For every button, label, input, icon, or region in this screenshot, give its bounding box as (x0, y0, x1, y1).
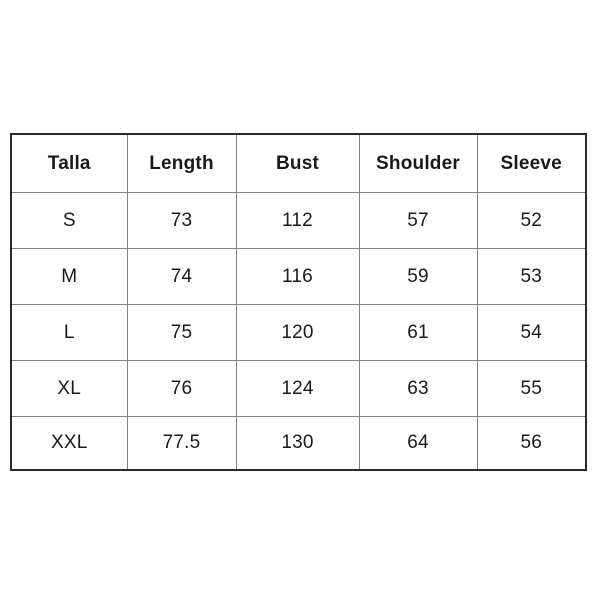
cell-bust: 124 (235, 360, 360, 417)
cell-shoulder: 59 (358, 248, 478, 305)
table-row: L 75 120 61 54 (10, 304, 587, 361)
cell-shoulder: 61 (358, 304, 478, 361)
table-row: XXL 77.5 130 64 56 (10, 416, 587, 471)
cell-shoulder: 63 (358, 360, 478, 417)
cell-shoulder: 64 (358, 416, 478, 471)
cell-sleeve: 52 (476, 192, 587, 249)
cell-sleeve: 54 (476, 304, 587, 361)
cell-bust: 112 (235, 192, 360, 249)
table-body: S 73 112 57 52 M 74 116 59 53 L 75 120 6… (10, 192, 587, 471)
column-header-sleeve: Sleeve (476, 133, 587, 193)
cell-sleeve: 55 (476, 360, 587, 417)
column-header-shoulder: Shoulder (358, 133, 478, 193)
cell-talla: XXL (10, 416, 128, 471)
cell-sleeve: 53 (476, 248, 587, 305)
table-row: M 74 116 59 53 (10, 248, 587, 305)
cell-talla: M (10, 248, 128, 305)
cell-length: 73 (126, 192, 237, 249)
cell-talla: S (10, 192, 128, 249)
column-header-bust: Bust (235, 133, 360, 193)
size-chart-container: Talla Length Bust Shoulder Sleeve S 73 1… (10, 133, 587, 471)
cell-talla: XL (10, 360, 128, 417)
table-header-row: Talla Length Bust Shoulder Sleeve (10, 133, 587, 193)
cell-length: 76 (126, 360, 237, 417)
cell-length: 74 (126, 248, 237, 305)
cell-shoulder: 57 (358, 192, 478, 249)
table-header: Talla Length Bust Shoulder Sleeve (10, 133, 587, 193)
cell-bust: 130 (235, 416, 360, 471)
cell-bust: 120 (235, 304, 360, 361)
table-row: S 73 112 57 52 (10, 192, 587, 249)
table-row: XL 76 124 63 55 (10, 360, 587, 417)
cell-length: 75 (126, 304, 237, 361)
cell-sleeve: 56 (476, 416, 587, 471)
cell-length: 77.5 (126, 416, 237, 471)
size-chart-table: Talla Length Bust Shoulder Sleeve S 73 1… (10, 133, 587, 471)
cell-talla: L (10, 304, 128, 361)
column-header-length: Length (126, 133, 237, 193)
cell-bust: 116 (235, 248, 360, 305)
column-header-talla: Talla (10, 133, 128, 193)
